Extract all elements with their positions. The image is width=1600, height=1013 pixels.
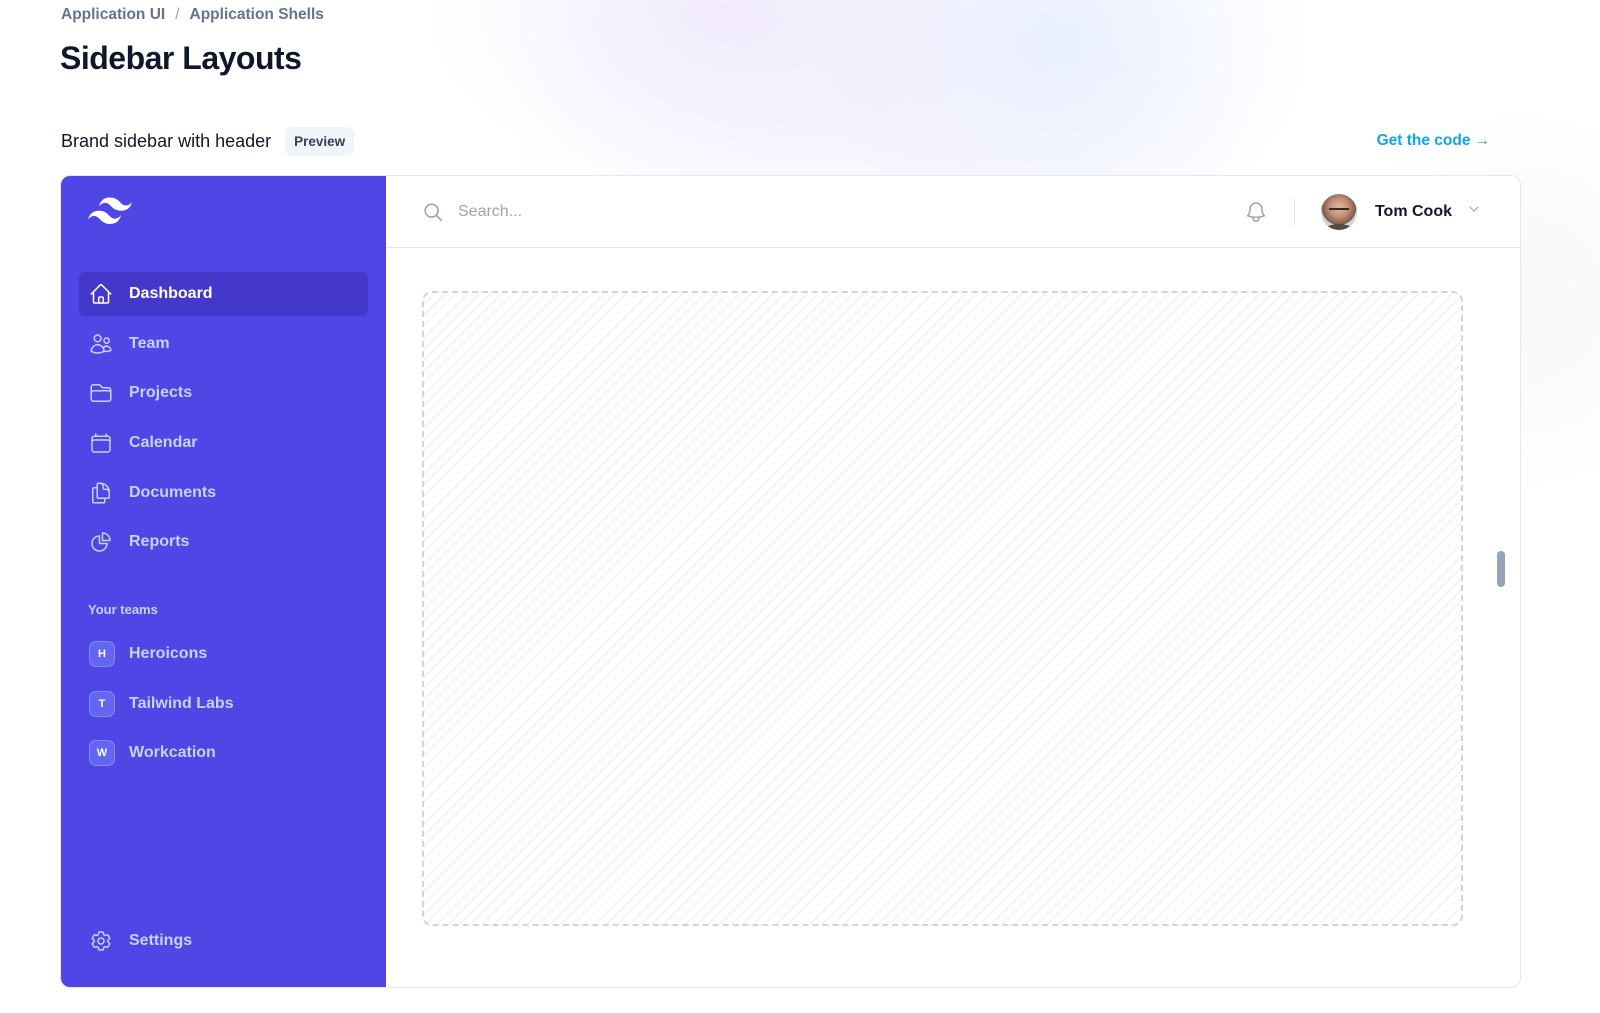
sidebar-item-label: Reports bbox=[129, 533, 190, 551]
bell-icon bbox=[1246, 201, 1266, 222]
top-bar: Tom Cook bbox=[386, 176, 1520, 248]
sidebar-item-documents[interactable]: Documents bbox=[79, 471, 368, 515]
sidebar-item-label: Documents bbox=[129, 483, 217, 501]
arrow-right-icon: → bbox=[1474, 132, 1491, 149]
calendar-icon bbox=[89, 431, 113, 455]
team-item-workcation[interactable]: W Workcation bbox=[79, 731, 368, 775]
teams-heading: Your teams bbox=[88, 602, 158, 617]
sidebar-item-label: Team bbox=[129, 334, 170, 352]
sidebar-nav: Dashboard Team Projects Calendar Documen… bbox=[79, 272, 368, 570]
user-menu-button[interactable]: Tom Cook bbox=[1320, 193, 1482, 230]
page-title: Sidebar Layouts bbox=[60, 40, 302, 76]
chart-pie-icon bbox=[89, 530, 113, 554]
topbar-divider bbox=[1293, 198, 1295, 225]
sidebar-item-label: Dashboard bbox=[129, 285, 213, 302]
user-name: Tom Cook bbox=[1374, 202, 1452, 220]
tailwind-logo-icon[interactable] bbox=[88, 197, 132, 225]
team-label: Workcation bbox=[129, 744, 216, 762]
preview-frame: Dashboard Team Projects Calendar Documen… bbox=[60, 175, 1521, 988]
breadcrumb: Application UI / Application Shells bbox=[61, 6, 324, 24]
users-icon bbox=[89, 332, 113, 356]
scrollbar-thumb[interactable] bbox=[1497, 551, 1505, 587]
sidebar-item-reports[interactable]: Reports bbox=[79, 520, 368, 564]
get-the-code-link[interactable]: Get the code → bbox=[1377, 132, 1490, 150]
sidebar-item-team[interactable]: Team bbox=[79, 322, 368, 366]
avatar-glasses bbox=[1328, 207, 1349, 212]
get-the-code-label: Get the code bbox=[1376, 132, 1471, 149]
sidebar-item-projects[interactable]: Projects bbox=[79, 371, 368, 415]
team-item-tailwind-labs[interactable]: T Tailwind Labs bbox=[79, 682, 368, 726]
folder-icon bbox=[89, 381, 113, 405]
sidebar-item-dashboard[interactable]: Dashboard bbox=[79, 272, 368, 316]
sidebar-item-label: Projects bbox=[129, 384, 193, 402]
avatar bbox=[1320, 193, 1357, 230]
search-icon bbox=[422, 201, 444, 223]
sidebar-item-settings[interactable]: Settings bbox=[79, 919, 368, 963]
documents-icon bbox=[89, 481, 113, 505]
breadcrumb-separator: / bbox=[175, 6, 180, 23]
sidebar-item-label: Settings bbox=[129, 932, 193, 950]
sidebar-item-label: Calendar bbox=[129, 434, 198, 452]
team-initial-badge: H bbox=[89, 641, 115, 667]
avatar-shirt bbox=[1324, 223, 1353, 230]
team-initial-badge: T bbox=[89, 690, 115, 717]
example-header: Brand sidebar with header Preview Get th… bbox=[61, 125, 1490, 157]
notifications-button[interactable] bbox=[1244, 200, 1268, 224]
team-label: Heroicons bbox=[129, 645, 208, 662]
search-form bbox=[422, 176, 1244, 247]
team-initial-badge: W bbox=[89, 740, 115, 767]
example-title: Brand sidebar with header bbox=[61, 130, 272, 151]
cog-icon bbox=[89, 929, 113, 953]
sidebar: Dashboard Team Projects Calendar Documen… bbox=[61, 176, 386, 987]
breadcrumb-application-ui[interactable]: Application UI bbox=[61, 6, 165, 24]
main-area: Tom Cook bbox=[386, 176, 1520, 987]
team-label: Tailwind Labs bbox=[129, 694, 234, 712]
breadcrumb-application-shells[interactable]: Application Shells bbox=[190, 6, 324, 24]
preview-tab[interactable]: Preview bbox=[285, 126, 355, 156]
sidebar-item-calendar[interactable]: Calendar bbox=[79, 421, 368, 465]
search-input[interactable] bbox=[458, 202, 1058, 221]
chevron-down-icon bbox=[1466, 201, 1482, 222]
home-icon bbox=[89, 282, 113, 306]
content-placeholder bbox=[422, 291, 1463, 926]
teams-list: H Heroicons T Tailwind Labs W Workcation bbox=[79, 632, 368, 781]
settings-section: Settings bbox=[79, 919, 368, 969]
team-item-heroicons[interactable]: H Heroicons bbox=[79, 632, 368, 676]
